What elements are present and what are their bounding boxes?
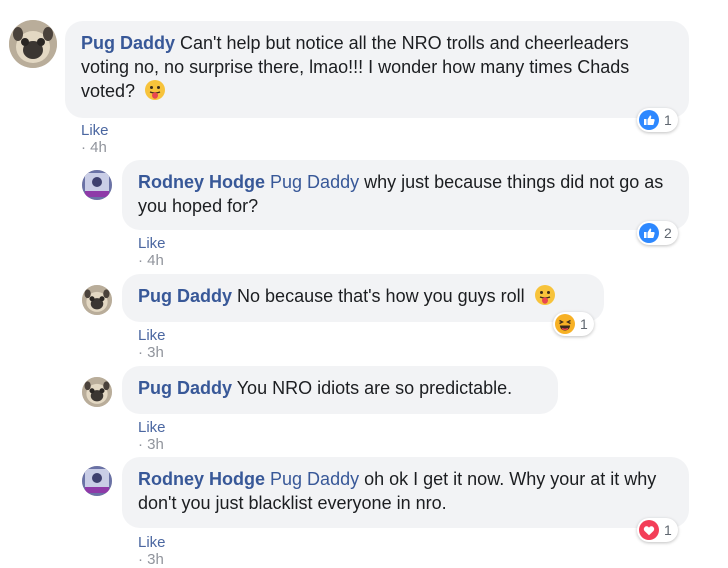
comment-time[interactable]: 4h bbox=[90, 139, 107, 156]
avatar-rodney-hodge[interactable] bbox=[82, 466, 112, 496]
thumbs-up-icon bbox=[639, 110, 659, 130]
mention-link[interactable]: Pug Daddy bbox=[270, 469, 359, 489]
comment-time[interactable]: 3h bbox=[147, 436, 164, 453]
mention-link[interactable]: Pug Daddy bbox=[270, 172, 359, 192]
avatar-pug-daddy[interactable] bbox=[9, 20, 57, 68]
comment-meta: Like · 4h bbox=[81, 122, 109, 156]
comment-meta: Like · 4h bbox=[138, 235, 166, 269]
meta-separator: · bbox=[138, 436, 148, 453]
comment-bubble: Pug Daddy You NRO idiots are so predicta… bbox=[122, 366, 558, 414]
laughing-face-icon bbox=[555, 314, 575, 334]
reaction-summary[interactable]: 2 bbox=[637, 221, 678, 245]
avatar-rodney-hodge[interactable] bbox=[82, 170, 112, 200]
meta-separator: · bbox=[138, 252, 148, 269]
reaction-summary[interactable]: 1 bbox=[637, 518, 678, 542]
avatar-pug-daddy[interactable] bbox=[82, 377, 112, 407]
pug-avatar-icon bbox=[82, 377, 112, 407]
meta-separator: · bbox=[81, 139, 91, 156]
tongue-out-emoji-icon bbox=[144, 79, 166, 101]
comment-meta: Like · 3h bbox=[138, 419, 166, 453]
reaction-count: 1 bbox=[664, 522, 672, 538]
reaction-summary[interactable]: 1 bbox=[553, 312, 594, 336]
comment-time[interactable]: 4h bbox=[147, 252, 164, 269]
reaction-summary[interactable]: 1 bbox=[637, 108, 678, 132]
comment-meta: Like · 3h bbox=[138, 327, 166, 361]
reaction-count: 1 bbox=[664, 112, 672, 128]
meta-separator: · bbox=[138, 344, 148, 361]
like-link[interactable]: Like bbox=[138, 419, 166, 436]
comment-time[interactable]: 3h bbox=[147, 344, 164, 361]
pug-avatar-icon bbox=[9, 20, 57, 68]
comment-bubble: Pug Daddy No because that's how you guys… bbox=[122, 274, 604, 322]
avatar-pug-daddy[interactable] bbox=[82, 285, 112, 315]
like-link[interactable]: Like bbox=[138, 235, 166, 252]
comment-author[interactable]: Rodney Hodge bbox=[138, 172, 265, 192]
rodney-avatar-icon bbox=[82, 466, 112, 496]
pug-avatar-icon bbox=[82, 285, 112, 315]
rodney-avatar-icon bbox=[82, 170, 112, 200]
comment-author[interactable]: Pug Daddy bbox=[138, 378, 232, 398]
comment-bubble: Pug Daddy Can't help but notice all the … bbox=[65, 21, 689, 118]
comment-bubble: Rodney Hodge Pug Daddy oh ok I get it no… bbox=[122, 457, 689, 528]
comment-meta: Like · 3h bbox=[138, 534, 166, 568]
reaction-count: 1 bbox=[580, 316, 588, 332]
comment-author[interactable]: Pug Daddy bbox=[138, 286, 232, 306]
heart-icon bbox=[639, 520, 659, 540]
like-link[interactable]: Like bbox=[81, 122, 109, 139]
comment-time[interactable]: 3h bbox=[147, 551, 164, 568]
like-link[interactable]: Like bbox=[138, 327, 166, 344]
like-link[interactable]: Like bbox=[138, 534, 166, 551]
comment-bubble: Rodney Hodge Pug Daddy why just because … bbox=[122, 160, 689, 230]
meta-separator: · bbox=[138, 551, 148, 568]
thumbs-up-icon bbox=[639, 223, 659, 243]
comment-author[interactable]: Rodney Hodge bbox=[138, 469, 265, 489]
comment-text: You NRO idiots are so predictable. bbox=[236, 378, 513, 398]
comment-text: No because that's how you guys roll bbox=[237, 286, 525, 306]
comment-author[interactable]: Pug Daddy bbox=[81, 33, 175, 53]
reaction-count: 2 bbox=[664, 225, 672, 241]
tongue-out-emoji-icon bbox=[534, 284, 556, 306]
